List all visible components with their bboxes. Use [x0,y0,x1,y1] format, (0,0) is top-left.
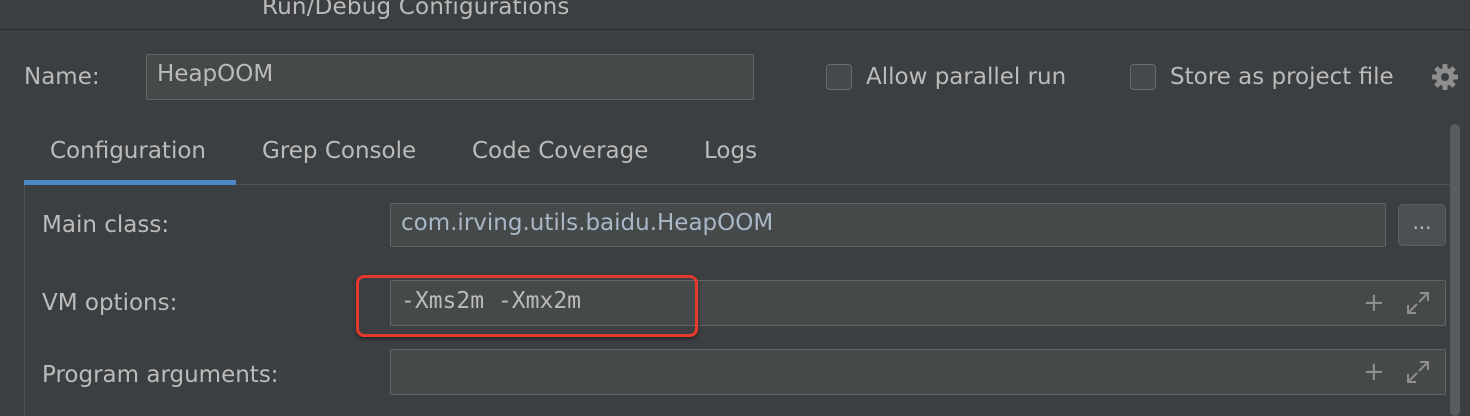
expand-icon[interactable] [1405,359,1431,385]
allow-parallel-run-checkbox[interactable] [826,64,852,90]
plus-icon[interactable]: + [1363,359,1385,385]
gear-icon[interactable] [1430,62,1460,92]
program-arguments-input[interactable]: + [390,349,1446,395]
name-input-value: HeapOOM [157,61,274,87]
window-title: Run/Debug Configurations [262,0,570,20]
tab-configuration[interactable]: Configuration [50,138,206,164]
allow-parallel-run-label[interactable]: Allow parallel run [866,64,1066,90]
store-as-project-file-checkbox[interactable] [1130,64,1156,90]
tab-code-coverage[interactable]: Code Coverage [472,138,648,164]
browse-main-class-button[interactable]: ... [1398,204,1446,246]
vm-options-label: VM options: [42,290,178,316]
store-as-project-file-label[interactable]: Store as project file [1170,64,1394,90]
main-class-input[interactable]: com.irving.utils.baidu.HeapOOM [390,203,1386,247]
vm-options-highlight [356,275,698,337]
tab-logs[interactable]: Logs [704,138,757,164]
name-input[interactable]: HeapOOM [146,54,754,100]
program-arguments-label: Program arguments: [42,362,279,388]
main-class-value: com.irving.utils.baidu.HeapOOM [401,210,774,236]
title-bar: Run/Debug Configurations [0,0,1470,30]
tab-grep-console[interactable]: Grep Console [262,138,416,164]
main-class-label: Main class: [42,212,170,238]
scrollbar[interactable] [1450,124,1460,416]
expand-icon[interactable] [1405,290,1431,316]
name-label: Name: [24,64,100,90]
plus-icon[interactable]: + [1363,290,1385,316]
